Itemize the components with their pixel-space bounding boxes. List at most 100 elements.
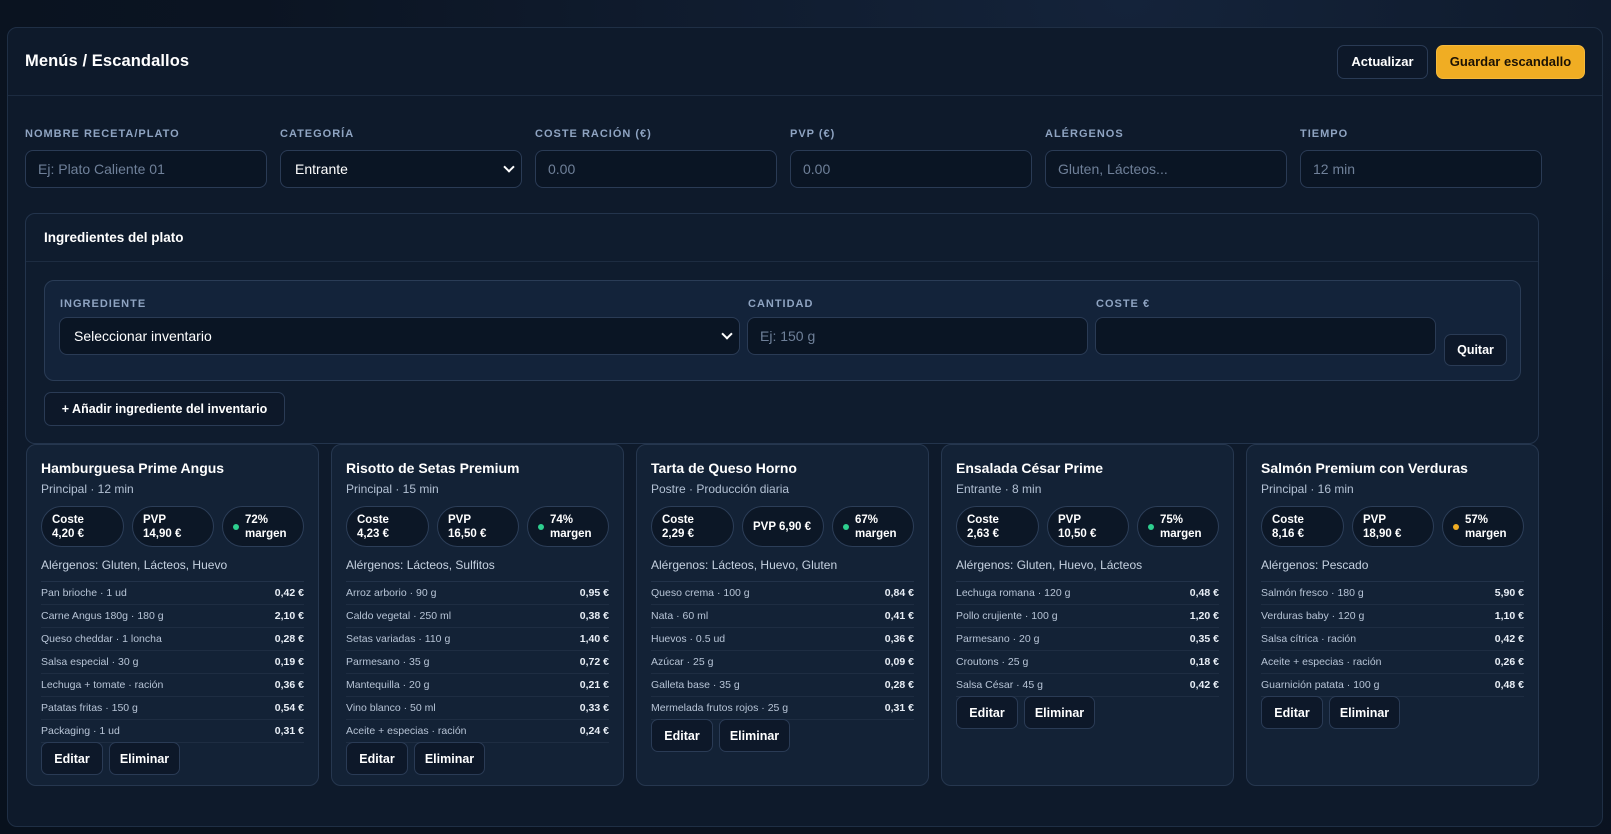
ingredient-item: Arroz arborio · 90 g 0,95 € [346, 582, 609, 605]
pvp-pill-value: 16,50 € [448, 527, 487, 540]
edit-recipe-button[interactable]: Editar [956, 696, 1018, 729]
recipe-meta: Principal · 15 min [346, 482, 439, 496]
ingredient-item: Guarnición patata · 100 g 0,48 € [1261, 674, 1524, 697]
ingredient-item: Parmesano · 35 g 0,72 € [346, 651, 609, 674]
pvp-pill-label: PVP [448, 513, 472, 526]
status-dot-icon [1148, 523, 1154, 530]
margin-value: 74% [550, 513, 574, 526]
ingredient-label: INGREDIENTE [60, 298, 147, 310]
recipe-allergens: Alérgenos: Lácteos, Huevo, Gluten [651, 558, 914, 582]
ingredient-name: Nata · 60 ml [651, 610, 709, 622]
ingredient-name: Queso cheddar · 1 loncha [41, 633, 162, 645]
remove-ingredient-button[interactable]: Quitar [1444, 334, 1507, 366]
recipe-allergens: Alérgenos: Pescado [1261, 558, 1524, 582]
recipe-stats: Coste 4,23 € PVP 16,50 € 74% margen [346, 506, 609, 547]
edit-recipe-button[interactable]: Editar [651, 719, 713, 752]
cost-pill-label: Coste [967, 513, 999, 526]
ingredient-name: Pollo crujiente · 100 g [956, 610, 1058, 622]
save-recipe-button[interactable]: Guardar escandallo [1436, 44, 1585, 79]
page-title: Menús / Escandallos [25, 52, 190, 70]
pvp-pill: PVP 18,90 € [1352, 506, 1434, 547]
delete-recipe-button[interactable]: Eliminar [109, 742, 180, 775]
ingredient-item: Patatas fritas · 150 g 0,54 € [41, 697, 304, 720]
time-input[interactable]: 12 min [1300, 150, 1542, 188]
ingredient-cost: 0,84 € [884, 587, 914, 599]
ingredient-item: Pan brioche · 1 ud 0,42 € [41, 582, 304, 605]
recipe-card: Salmón Premium con Verduras Principal · … [1246, 444, 1539, 786]
ingredient-item: Aceite + especias · ración 0,24 € [346, 720, 609, 743]
category-select[interactable]: Entrante [280, 150, 522, 188]
add-ingredient-button[interactable]: + Añadir ingrediente del inventario [44, 392, 285, 426]
ingredient-item: Azúcar · 25 g 0,09 € [651, 651, 914, 674]
recipe-meta: Principal · 12 min [41, 482, 134, 496]
quantity-input[interactable]: Ej: 150 g [747, 317, 1088, 355]
ingredient-name: Salsa César · 45 g [956, 679, 1043, 691]
delete-recipe-button[interactable]: Eliminar [1024, 696, 1095, 729]
cost-pill-value: 2,29 € [662, 527, 694, 540]
cost-pill-label: Coste [1272, 513, 1304, 526]
refresh-button[interactable]: Actualizar [1337, 44, 1428, 79]
cost-pill-value: 2,63 € [967, 527, 999, 540]
recipe-ingredient-list: Arroz arborio · 90 g 0,95 € Caldo vegeta… [346, 582, 609, 743]
ingredient-item: Verduras baby · 120 g 1,10 € [1261, 605, 1524, 628]
ingredient-cost: 0,18 € [1189, 656, 1219, 668]
ingredient-name: Patatas fritas · 150 g [41, 702, 138, 714]
ingredient-item: Parmesano · 20 g 0,35 € [956, 628, 1219, 651]
edit-recipe-button[interactable]: Editar [346, 742, 408, 775]
edit-recipe-button[interactable]: Editar [41, 742, 103, 775]
ingredient-cost-input[interactable] [1095, 317, 1436, 355]
delete-recipe-button[interactable]: Eliminar [1329, 696, 1400, 729]
ingredient-cost: 0,33 € [579, 702, 609, 714]
pvp-pill-value: 18,90 € [1363, 527, 1402, 540]
panel-header: Menús / Escandallos Actualizar Guardar e… [8, 28, 1602, 96]
ingredient-cost: 0,42 € [274, 587, 304, 599]
ingredient-name: Lechuga romana · 120 g [956, 587, 1071, 599]
delete-recipe-button[interactable]: Eliminar [719, 719, 790, 752]
ingredient-cost: 2,10 € [274, 610, 304, 622]
recipe-ingredient-list: Lechuga romana · 120 g 0,48 € Pollo cruj… [956, 582, 1219, 697]
margin-label: margen [550, 527, 592, 540]
pvp-pill: PVP 10,50 € [1047, 506, 1129, 547]
pvp-input[interactable]: 0.00 [790, 150, 1032, 188]
ingredient-cost: 0,31 € [884, 702, 914, 714]
ingredient-name: Azúcar · 25 g [651, 656, 714, 668]
recipe-meta: Entrante · 8 min [956, 482, 1042, 496]
delete-recipe-button[interactable]: Eliminar [414, 742, 485, 775]
status-dot-icon [538, 523, 544, 530]
ingredient-cost: 0,48 € [1189, 587, 1219, 599]
ingredients-header: Ingredientes del plato [26, 214, 1538, 262]
edit-recipe-button[interactable]: Editar [1261, 696, 1323, 729]
cost-label: COSTE RACIÓN (€) [535, 128, 652, 140]
ingredient-cost: 0,26 € [1494, 656, 1524, 668]
ingredient-cost: 0,42 € [1189, 679, 1219, 691]
header-actions: Actualizar Guardar escandallo [1337, 44, 1585, 79]
ingredient-item: Packaging · 1 ud 0,31 € [41, 720, 304, 743]
pvp-pill-label: PVP 6,90 € [753, 520, 811, 533]
margin-pill: 72% margen [222, 506, 304, 547]
margin-label: margen [245, 527, 287, 540]
recipe-allergens: Alérgenos: Gluten, Lácteos, Huevo [41, 558, 304, 582]
ingredients-panel: Ingredientes del plato INGREDIENTE Selec… [25, 213, 1539, 444]
cost-pill-value: 4,20 € [52, 527, 84, 540]
margin-pill: 67% margen [832, 506, 914, 547]
margin-pill: 57% margen [1442, 506, 1524, 547]
category-value: Entrante [295, 161, 348, 177]
recipe-meta: Postre · Producción diaria [651, 482, 790, 496]
allergens-input[interactable]: Gluten, Lácteos... [1045, 150, 1287, 188]
ingredient-name: Pan brioche · 1 ud [41, 587, 127, 599]
ingredient-select[interactable]: Seleccionar inventario [59, 317, 740, 355]
cost-pill-label: Coste [662, 513, 694, 526]
name-input[interactable]: Ej: Plato Caliente 01 [25, 150, 267, 188]
ingredient-name: Packaging · 1 ud [41, 725, 120, 737]
recipe-stats: Coste 8,16 € PVP 18,90 € 57% margen [1261, 506, 1524, 547]
pvp-pill-value: 10,50 € [1058, 527, 1097, 540]
recipe-actions: Editar Eliminar [1261, 696, 1524, 729]
margin-value: 67% [855, 513, 879, 526]
ingredient-name: Parmesano · 20 g [956, 633, 1040, 645]
ingredient-name: Mantequilla · 20 g [346, 679, 430, 691]
allergens-field: ALÉRGENOS Gluten, Lácteos... [1045, 128, 1287, 188]
recipe-ingredient-list: Queso crema · 100 g 0,84 € Nata · 60 ml … [651, 582, 914, 720]
ingredient-cost: 0,38 € [579, 610, 609, 622]
ingredient-name: Parmesano · 35 g [346, 656, 430, 668]
cost-input[interactable]: 0.00 [535, 150, 777, 188]
